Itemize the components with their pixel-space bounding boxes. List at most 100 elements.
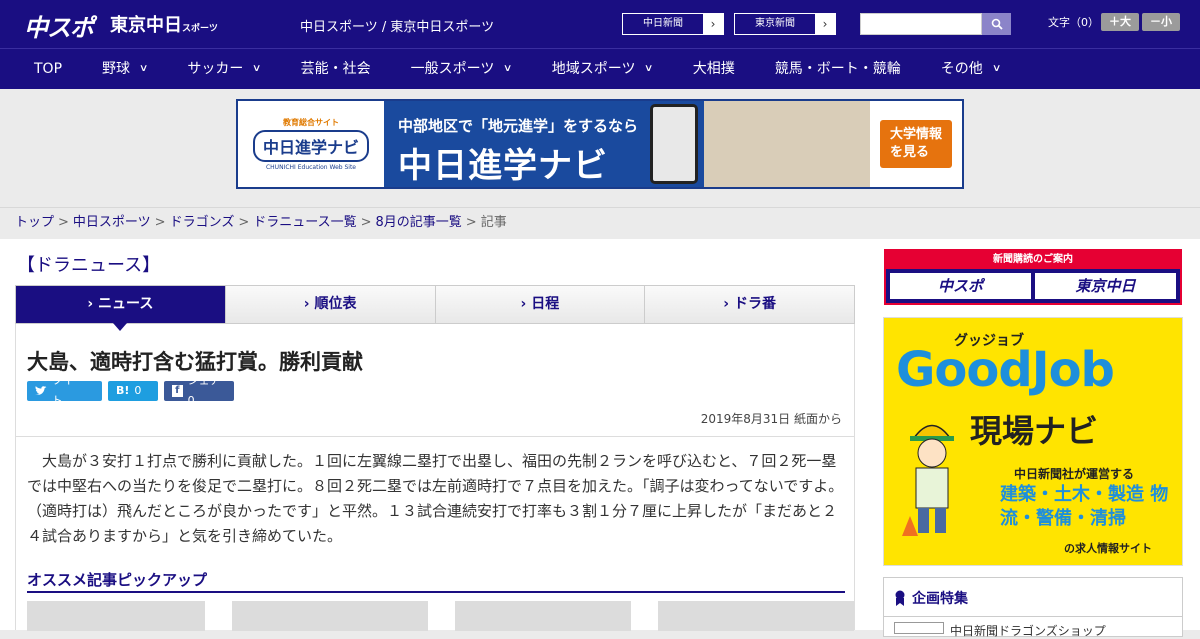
chevron-right-icon: › <box>703 14 723 34</box>
goodjob-operator: 中日新聞社が運営する <box>1014 467 1135 481</box>
tokyo-chunichi-logo-text: 東京中日 <box>110 15 182 36</box>
tab-label: 順位表 <box>314 296 357 312</box>
search-button[interactable] <box>982 13 1011 35</box>
feature-thumbnail[interactable] <box>894 622 944 634</box>
facebook-icon: f <box>172 385 183 397</box>
hatena-icon: B! <box>116 384 130 397</box>
hatena-bookmark-button[interactable]: B! 0 <box>108 381 158 401</box>
breadcrumb: トップ > 中日スポーツ > ドラゴンズ > ドラニュース一覧 >8月の記事一覧 > 記事 <box>0 207 1200 240</box>
facebook-share-button[interactable]: f シェア 0 <box>164 374 234 407</box>
banner-line1: 中部地区で「地元進学」をするなら <box>398 117 639 135</box>
main-nav: TOP 野球 ∨ サッカー ∨ 芸能・社会 一般スポーツ ∨ 地域スポーツ ∨ 大相撲 … <box>0 48 1200 89</box>
search-input[interactable] <box>860 13 982 35</box>
banner-area: 教育総合サイト 中日進学ナビ CHUNICHI Education Web Si… <box>0 89 1200 207</box>
worker-illustration <box>902 424 954 536</box>
breadcrumb-link[interactable]: ドラゴンズ <box>170 215 235 230</box>
font-size-increase-button[interactable]: ＋大 <box>1101 13 1139 31</box>
cta-line2: を見る <box>889 145 929 160</box>
feature-title: 企画特集 <box>894 588 968 608</box>
subscription-heading: 新聞購読のご案内 <box>886 251 1180 269</box>
nav-item-top[interactable]: TOP <box>14 49 82 89</box>
pickup-thumbnail[interactable] <box>232 601 428 631</box>
nav-item-general-sports[interactable]: 一般スポーツ ∨ <box>391 49 532 89</box>
tab-news[interactable]: › ニュース <box>16 286 226 331</box>
nav-item-soccer[interactable]: サッカー ∨ <box>167 49 280 89</box>
logo-big-text: 中日進学ナビ <box>252 130 369 162</box>
banner-cta-button[interactable]: 大学情報 を見る <box>879 120 952 168</box>
nav-item-local-sports[interactable]: 地域スポーツ ∨ <box>532 49 673 89</box>
divider <box>16 436 854 437</box>
facebook-share-label: シェア 0 <box>187 374 221 407</box>
chuspo-logo[interactable]: 中スポ <box>24 8 94 43</box>
breadcrumb-separator: > <box>154 215 166 230</box>
nav-item-racing[interactable]: 競馬・ボート・競輪 <box>755 49 921 89</box>
feature-title-text: 企画特集 <box>912 591 968 607</box>
share-buttons: ツイート B! 0 f シェア 0 <box>27 374 234 407</box>
cta-line1: 大学情報 <box>889 127 942 142</box>
nav-item-other[interactable]: その他 ∨ <box>921 49 1020 89</box>
tokyo-shimbun-button[interactable]: 東京新聞 › <box>734 13 836 35</box>
tweet-label: ツイート <box>51 374 85 407</box>
main-content: 【ドラニュース】 › ニュース › 順位表 › 日程 › ドラ番 大島、適時打含… <box>0 239 1200 638</box>
nav-item-entertainment[interactable]: 芸能・社会 <box>281 49 391 89</box>
shingaku-navi-logo: 教育総合サイト 中日進学ナビ CHUNICHI Education Web Si… <box>238 101 384 187</box>
hatena-count: 0 <box>134 384 142 397</box>
pickup-divider <box>27 591 845 593</box>
shingaku-navi-banner[interactable]: 教育総合サイト 中日進学ナビ CHUNICHI Education Web Si… <box>236 99 964 189</box>
pickup-thumbnails <box>27 601 854 631</box>
twitter-icon <box>35 386 47 395</box>
tokyo-chunichi-logo-sub: スポーツ <box>182 24 218 34</box>
nav-label: 野球 <box>102 61 131 77</box>
tab-standings[interactable]: › 順位表 <box>225 286 436 323</box>
goodjob-categories: 建築・土木・製造 物流・警備・清掃 <box>1000 484 1169 529</box>
nav-item-baseball[interactable]: 野球 ∨ <box>82 49 167 89</box>
banner-line2: 中日進学ナビ <box>398 146 608 186</box>
tab-reporters[interactable]: › ドラ番 <box>645 286 854 323</box>
goodjob-ad[interactable]: グッジョブ GoodJob 現場ナビ 中日新聞社が運営する 建築・土木・製造 物… <box>883 317 1183 566</box>
article: 大島、適時打含む猛打賞。勝利貢献 ツイート B! 0 f シェア 0 2019年… <box>15 324 855 631</box>
breadcrumb-link[interactable]: ドラニュース一覧 <box>253 215 356 230</box>
breadcrumb-separator: > <box>465 215 477 230</box>
font-size-decrease-button[interactable]: －小 <box>1142 13 1180 31</box>
chunichi-shimbun-button[interactable]: 中日新聞 › <box>622 13 724 35</box>
search-icon <box>991 18 1003 30</box>
subscribe-chuspo-link[interactable]: 中スポ <box>890 273 1031 299</box>
pickup-thumbnail[interactable] <box>658 601 854 631</box>
banner-cta: 大学情報 を見る <box>870 101 962 187</box>
breadcrumb-link[interactable]: 中日スポーツ <box>73 215 151 230</box>
font-size-label: 文字（0） <box>1048 16 1099 29</box>
divider <box>884 616 1182 617</box>
pickup-thumbnail[interactable] <box>455 601 631 631</box>
breadcrumb-link[interactable]: トップ <box>15 215 54 230</box>
section-title: 【ドラニュース】 <box>17 255 161 276</box>
goodjob-title: GoodJob <box>896 342 1115 398</box>
article-date: 2019年8月31日 紙面から <box>700 412 842 426</box>
tab-schedule[interactable]: › 日程 <box>435 286 646 323</box>
chevron-down-icon: ∨ <box>252 63 262 74</box>
pickup-thumbnail[interactable] <box>27 601 205 631</box>
news-tabs: › ニュース › 順位表 › 日程 › ドラ番 <box>15 285 855 331</box>
nav-label: その他 <box>940 61 983 77</box>
breadcrumb-separator: > <box>360 215 372 230</box>
banner-text: 中部地区で「地元進学」をするなら 中日進学ナビ <box>384 101 644 187</box>
breadcrumb-link[interactable]: 8月の記事一覧 <box>376 215 462 230</box>
logo-en-text: CHUNICHI Education Web Site <box>265 164 356 171</box>
breadcrumb-separator: > <box>238 215 250 230</box>
article-body: 大島が３安打１打点で勝利に貢献した。１回に左翼線二塁打で出塁し、福田の先制２ラン… <box>27 452 844 545</box>
chevron-down-icon: ∨ <box>991 63 1002 74</box>
subscription-links: 中スポ 東京中日 <box>886 269 1180 303</box>
site-names: 中日スポーツ / 東京中日スポーツ <box>300 20 495 35</box>
tokyo-chunichi-logo[interactable]: 東京中日スポーツ <box>110 11 218 37</box>
tab-label: 日程 <box>531 296 560 312</box>
nav-label: 芸能・社会 <box>300 61 371 77</box>
nav-item-sumo[interactable]: 大相撲 <box>673 49 755 89</box>
chevron-down-icon: ∨ <box>138 63 149 74</box>
subscribe-tokyo-link[interactable]: 東京中日 <box>1035 273 1176 299</box>
tweet-button[interactable]: ツイート <box>27 374 102 407</box>
feature-item-link[interactable]: 中日新聞ドラゴンズショップ <box>950 622 1106 639</box>
chevron-down-icon: ∨ <box>503 63 513 74</box>
pickup-title: オススメ記事ピックアップ <box>27 571 208 589</box>
nav-label: 大相撲 <box>692 61 735 77</box>
tokyo-shimbun-label: 東京新聞 <box>755 18 795 29</box>
smartphone-image <box>644 101 704 187</box>
